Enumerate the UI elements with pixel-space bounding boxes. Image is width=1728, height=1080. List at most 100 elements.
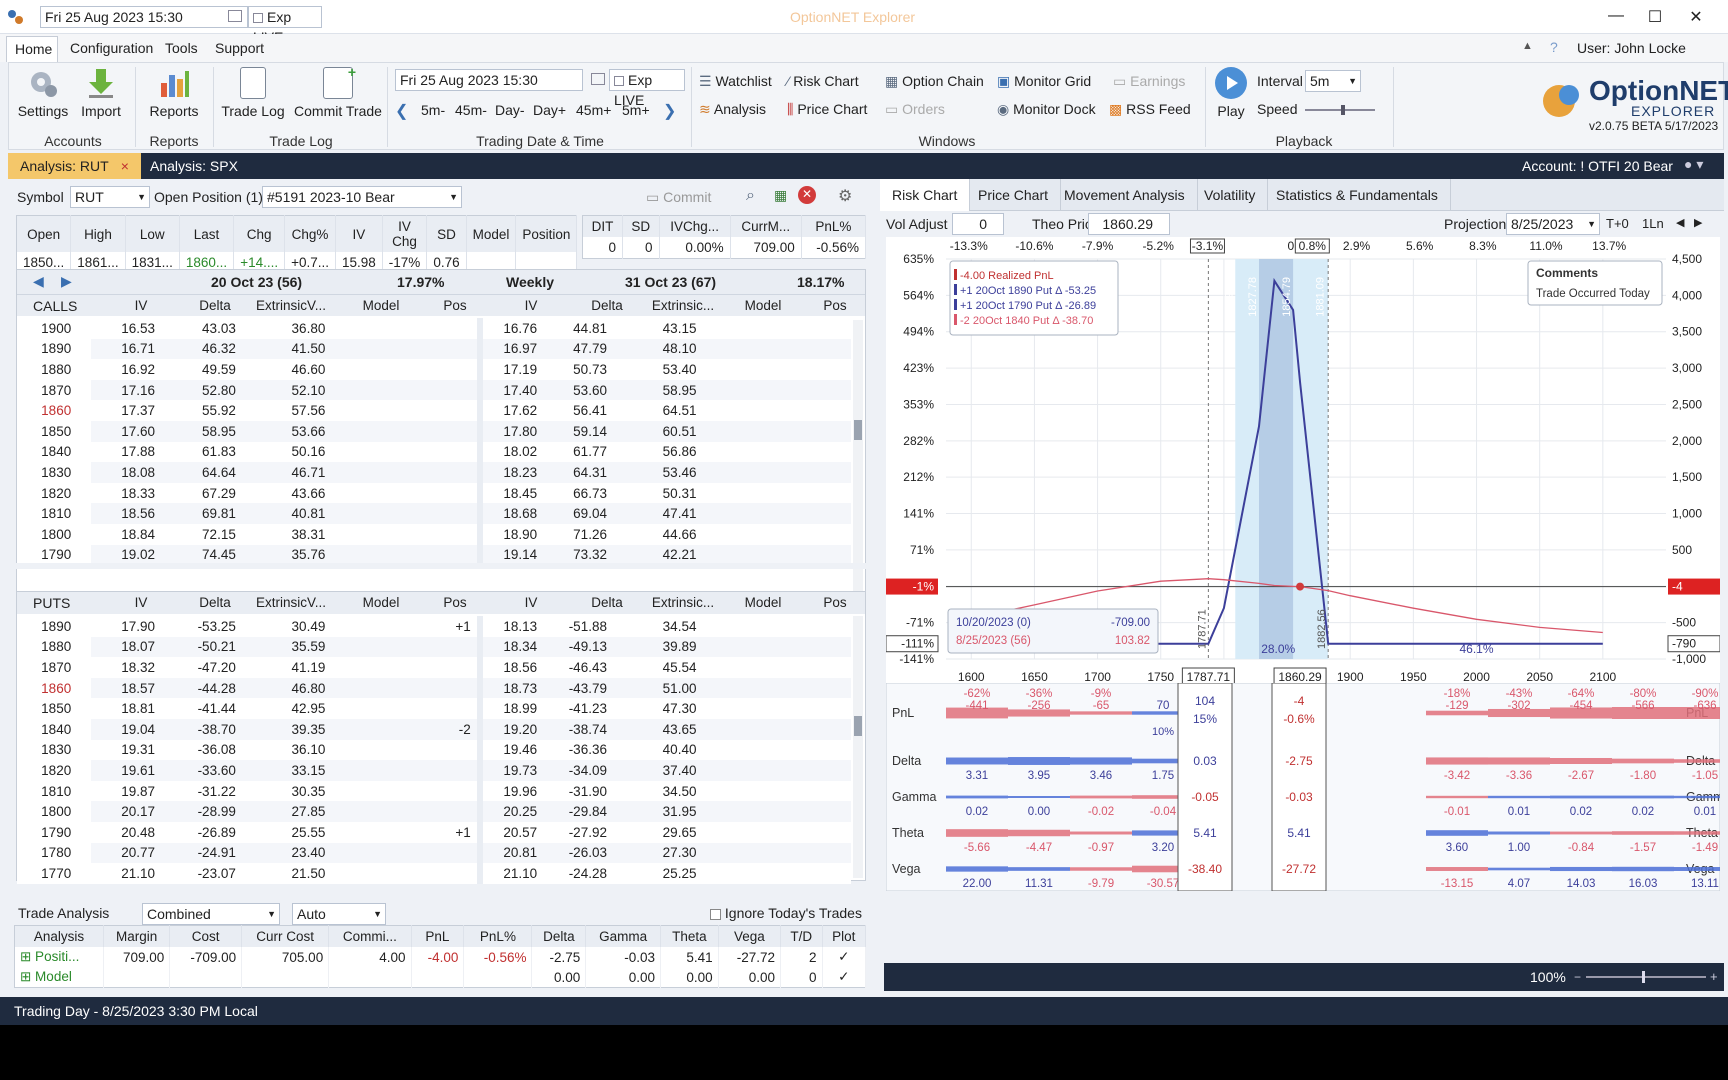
window-monitor-dock[interactable]: ◉ Monitor Dock [997,101,1096,118]
window-watchlist[interactable]: ☰ Watchlist [699,73,772,90]
zoom-in-icon[interactable]: + [1710,969,1718,984]
window-orders[interactable]: ▭ Orders [885,101,945,118]
close-button[interactable]: ✕ [1676,7,1716,27]
chain-header-cell[interactable]: Model [345,298,417,313]
nav-5m-plus[interactable]: 5m+ [622,102,650,118]
tab-volatility[interactable]: Volatility [1192,179,1269,211]
tab-price-chart[interactable]: Price Chart [966,179,1062,211]
menu-home-tab[interactable]: Home [6,36,58,62]
calls-row[interactable]: 1810 18.56 69.81 40.81 18.68 69.04 47.41 [17,503,851,524]
calls-row[interactable]: 1860 17.37 55.92 57.56 17.62 56.41 64.51 [17,400,851,421]
puts-row[interactable]: 1790 20.48 -26.89 25.55 +1 20.57 -27.92 29.65 [17,821,851,843]
chain-header-cell[interactable]: Pos [419,298,491,313]
symbol-select[interactable]: RUT ▼ [70,186,150,208]
chain-header-cell[interactable]: IV [495,595,567,610]
chain-header-cell[interactable]: Model [727,595,799,610]
chain-header-cell[interactable]: Model [345,595,417,610]
current-price-marker[interactable] [1296,582,1305,591]
ribbon-exp-field[interactable]: Exp LIVE [609,69,685,108]
account-menu-icon[interactable]: ● ▾ [1684,156,1703,173]
auto-select[interactable]: Auto ▼ [292,903,386,925]
settings-gear-small-icon[interactable]: ⚙ [838,186,852,206]
import-button[interactable]: Import [73,67,129,119]
chain-header-cell[interactable]: IV [105,595,177,610]
lines-next-icon[interactable]: ▶ [1694,216,1702,229]
grid-settings-icon[interactable]: ▦ [774,187,787,204]
chain-header-cell[interactable]: ExtrinsicV... [255,595,327,610]
minimize-button[interactable]: — [1596,7,1636,25]
analysis-row[interactable]: ⊞ Model 0.00 0.00 0.00 0.00 0 ✓ [14,967,867,988]
theo-price-field[interactable]: 1860.29 [1088,213,1170,235]
ignore-checkbox-box[interactable] [710,908,721,920]
window-analysis[interactable]: ≋ Analysis [699,101,766,118]
title-date-field[interactable]: Fri 25 Aug 2023 15:30 [40,6,248,28]
clear-icon[interactable]: ✕ [798,186,816,204]
puts-row[interactable]: 1890 17.90 -53.25 30.49 +1 18.13 -51.88 34.54 [17,616,851,637]
menu-tools[interactable]: Tools [165,40,198,56]
settings-button[interactable]: Settings [13,67,73,119]
puts-row[interactable]: 1780 20.77 -24.91 23.40 20.81 -26.03 27.30 [17,842,851,864]
tab-movement-analysis[interactable]: Movement Analysis [1052,179,1198,211]
puts-row[interactable]: 1870 18.32 -47.20 41.19 18.56 -46.43 45.54 [17,657,851,678]
chain-header-cell[interactable]: Pos [419,595,491,610]
commit-button[interactable]: ▭ Commit [646,189,711,206]
play-button[interactable]: Play [1209,67,1253,119]
nav-day-plus[interactable]: Day+ [533,102,566,118]
puts-row[interactable]: 1850 18.81 -41.44 42.95 18.99 -41.23 47.30 [17,698,851,719]
risk-chart[interactable]: 635% 564% 494% 423% 353% 282% 212% 141% 71% -1% -7… [886,237,1720,689]
analysis-row[interactable]: ⊞ Positi... 709.00 -709.00 705.00 4.00 -4.00-… [14,947,867,967]
puts-row[interactable]: 1860 18.57 -44.28 46.80 18.73 -43.79 51.00 [17,677,851,699]
tab-statistics[interactable]: Statistics & Fundamentals [1264,179,1451,211]
ribbon-date-field[interactable]: Fri 25 Aug 2023 15:30 [395,69,583,91]
window-monitor-grid[interactable]: ▣ Monitor Grid [997,73,1091,90]
chain-header-cell[interactable]: Delta [571,298,643,313]
calls-row[interactable]: 1840 17.88 61.83 50.16 18.02 61.77 56.86 [17,441,851,463]
chain-header-cell[interactable]: Delta [179,298,251,313]
zoom-out-icon[interactable]: − [1574,970,1581,984]
puts-row[interactable]: 1820 19.61 -33.60 33.15 19.73 -34.09 37.40 [17,760,851,781]
puts-row[interactable]: 1830 19.31 -36.08 36.10 19.46 -36.36 40.40 [17,739,851,761]
calls-row[interactable]: 1900 16.53 43.03 36.80 16.76 44.81 43.15 [17,318,851,339]
chain-header-cell[interactable]: Pos [799,298,871,313]
projection-select[interactable]: 8/25/2023 ▼ [1506,213,1600,235]
nav-45m-plus[interactable]: 45m+ [576,102,611,118]
chain-header-cell[interactable]: ExtrinsicV... [255,298,327,313]
tab-close-icon[interactable]: × [121,158,129,174]
puts-row[interactable]: 1840 19.04 -38.70 39.35 -2 19.20 -38.74 43.65 [17,718,851,740]
calls-row[interactable]: 1890 16.71 46.32 41.50 16.97 47.79 48.10 [17,338,851,360]
calls-row[interactable]: 1850 17.60 58.95 53.66 17.80 59.14 60.51 [17,420,851,442]
window-earnings[interactable]: ▭ Earnings [1113,73,1185,90]
search-icon[interactable]: ⌕ [746,187,755,205]
chain-header-cell[interactable]: Extrinsic... [647,298,719,313]
commit-trade-button[interactable]: + Commit Trade [291,64,385,119]
title-exp-field[interactable]: Exp LIVE [248,6,322,45]
nav-back-icon[interactable]: ❮ [395,101,408,121]
lines-prev-icon[interactable]: ◀ [1676,216,1684,229]
nav-45m-minus[interactable]: 45m- [455,102,487,118]
calls-row[interactable]: 1820 18.33 67.29 43.66 18.45 66.73 50.31 [17,482,851,504]
chain-header-cell[interactable]: Delta [571,595,643,610]
tab-risk-chart[interactable]: Risk Chart [880,179,971,211]
trade-analysis-select[interactable]: Combined ▼ [142,903,280,925]
open-position-select[interactable]: #5191 2023-10 Bear ▼ [262,186,462,208]
puts-row[interactable]: 1770 21.10 -23.07 21.50 21.10 -24.28 25.25 [17,863,851,884]
calls-row[interactable]: 1800 18.84 72.15 38.31 18.90 71.26 44.66 [17,523,851,545]
nav-forward-icon[interactable]: ❯ [663,101,676,121]
prev-expiry-icon[interactable]: ◀ [33,273,44,290]
menu-support[interactable]: Support [215,40,264,56]
ignore-trades-checkbox[interactable]: Ignore Today's Trades [710,905,862,921]
chain-header-cell[interactable]: IV [495,298,567,313]
ribbon-calendar-icon[interactable] [591,73,605,85]
menu-configuration[interactable]: Configuration [70,40,153,56]
help-icon[interactable]: ? [1550,39,1558,55]
maximize-button[interactable]: ☐ [1635,7,1675,27]
puts-row[interactable]: 1880 18.07 -50.21 35.59 18.34 -49.13 39.89 [17,636,851,658]
tab-analysis-spx[interactable]: Analysis: SPX [138,153,250,179]
chain-header-cell[interactable]: Delta [179,595,251,610]
puts-row[interactable]: 1810 19.87 -31.22 30.35 19.96 -31.90 34.50 [17,780,851,802]
chain-header-cell[interactable]: Pos [799,595,871,610]
next-expiry-icon[interactable]: ▶ [61,273,72,290]
window-risk-chart[interactable]: ⁄ Risk Chart [787,73,859,89]
speed-slider[interactable] [1299,105,1381,115]
tab-analysis-rut[interactable]: Analysis: RUT × [8,153,141,179]
